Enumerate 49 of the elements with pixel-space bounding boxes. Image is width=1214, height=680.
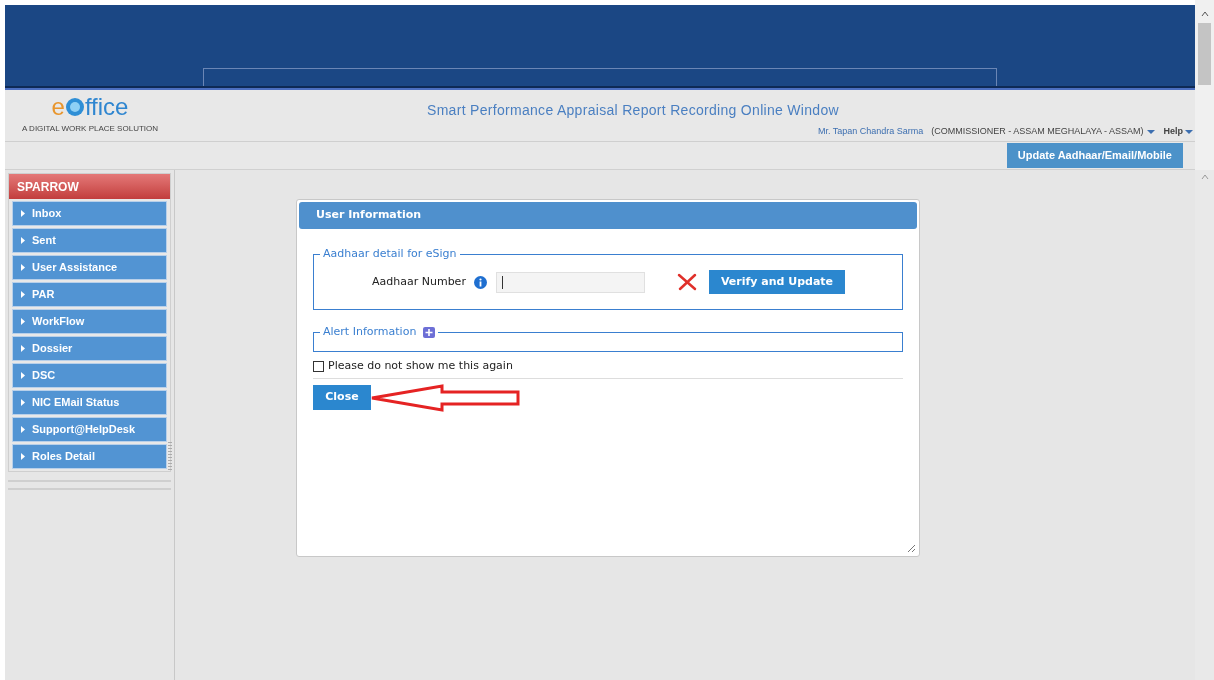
globe-icon <box>64 97 85 117</box>
verify-button[interactable]: Verify and Update <box>708 270 846 294</box>
sidebar-item[interactable]: WorkFlow <box>12 309 167 334</box>
caret-icon <box>21 210 25 217</box>
caret-icon <box>21 237 25 244</box>
close-button[interactable]: Close <box>313 385 371 410</box>
sidebar-item[interactable]: NIC EMail Status <box>12 390 167 415</box>
help-menu[interactable]: Help <box>1163 125 1193 139</box>
expand-icon[interactable] <box>423 326 436 338</box>
caret-icon[interactable] <box>1147 128 1156 135</box>
sidebar-item[interactable]: DSC <box>12 363 167 388</box>
sidebar-item[interactable]: Inbox <box>12 201 167 226</box>
scroll-up-icon[interactable] <box>1200 11 1209 17</box>
scrollbar[interactable] <box>1195 170 1214 680</box>
caret-icon <box>21 291 25 298</box>
sidebar-item[interactable]: User Assistance <box>12 255 167 280</box>
caret-icon <box>21 318 25 325</box>
checkbox[interactable] <box>313 360 324 372</box>
update-button[interactable]: Update Aadhaar/Email/Mobile <box>1006 143 1183 168</box>
cross-icon[interactable] <box>676 273 697 291</box>
field-label: Aadhaar Number <box>372 273 466 290</box>
logo-tagline: A DIGITAL WORK PLACE SOLUTION <box>22 123 158 135</box>
checkbox-label: Please do not show me this again <box>328 358 513 374</box>
sidebar-header: SPARROW <box>9 174 170 199</box>
sidebar-item[interactable]: Dossier <box>12 336 167 361</box>
logo-text: ffice <box>84 94 129 120</box>
resize-grip[interactable] <box>168 442 172 472</box>
user-name[interactable]: Mr. Tapan Chandra Sarma <box>817 125 924 139</box>
fieldset-legend: Alert Information <box>323 324 417 340</box>
caret-icon <box>21 399 25 406</box>
caret-icon <box>21 453 25 460</box>
resize-handle-icon[interactable] <box>906 543 916 553</box>
sidebar-item[interactable]: PAR <box>12 282 167 307</box>
dialog-title: User Information <box>299 202 917 229</box>
caret-icon <box>21 426 25 433</box>
logo-text: e <box>51 94 65 120</box>
user-role: (COMMISSIONER - ASSAM MEGHALAYA - ASSAM) <box>931 125 1144 138</box>
fieldset-legend: Aadhaar detail for eSign <box>320 246 460 262</box>
info-icon[interactable] <box>473 275 487 289</box>
caret-icon <box>21 372 25 379</box>
caret-icon[interactable] <box>1185 128 1193 135</box>
scroll-up-icon[interactable] <box>1200 174 1209 180</box>
aadhaar-input[interactable] <box>495 271 645 293</box>
sidebar-item[interactable]: Roles Detail <box>12 444 167 469</box>
sidebar-item[interactable]: Support@HelpDesk <box>12 417 167 442</box>
caret-icon <box>21 264 25 271</box>
page-title: Smart Performance Appraisal Report Recording Online Window <box>426 101 840 120</box>
caret-icon <box>21 345 25 352</box>
sidebar-item[interactable]: Sent <box>12 228 167 253</box>
